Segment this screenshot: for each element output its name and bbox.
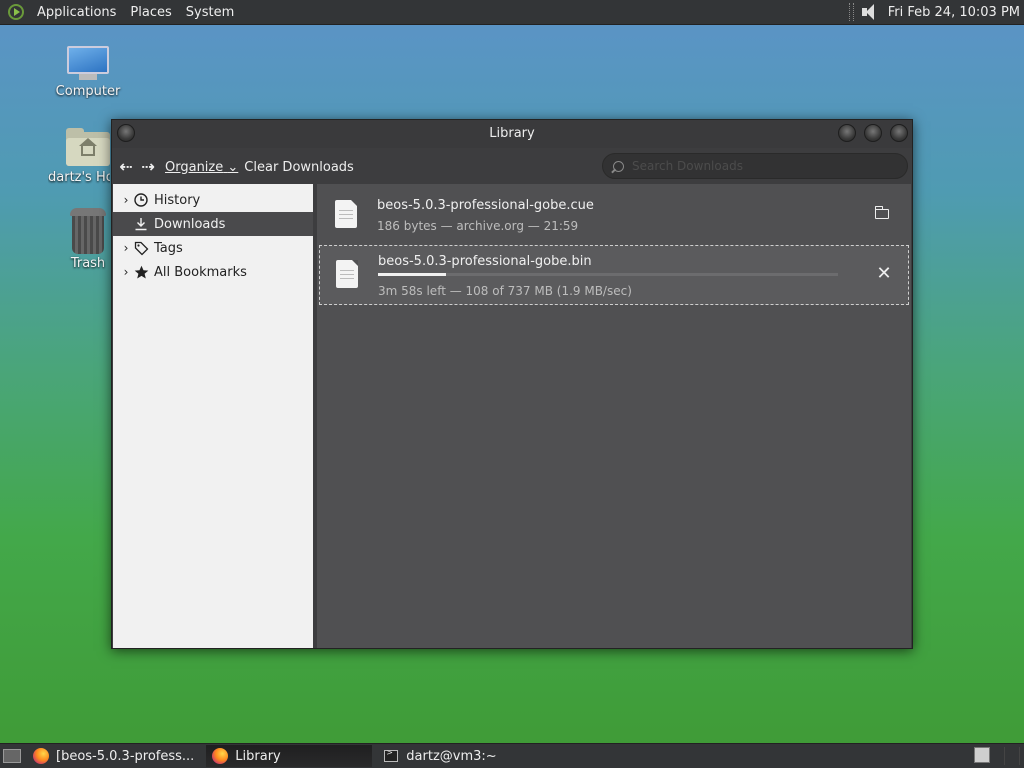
show-desktop-icon[interactable] bbox=[3, 749, 21, 763]
forward-arrow-icon[interactable]: ⇢ bbox=[137, 157, 159, 177]
sidebar-item-label: History bbox=[154, 192, 201, 208]
sidebar-item-label: Downloads bbox=[154, 216, 226, 232]
home-folder-icon bbox=[66, 128, 110, 166]
file-icon bbox=[336, 260, 358, 288]
download-icon bbox=[133, 216, 149, 232]
desktop-icon-computer[interactable]: Computer bbox=[48, 46, 128, 99]
places-menu[interactable]: Places bbox=[123, 5, 178, 20]
volume-icon[interactable] bbox=[860, 4, 880, 20]
workspace-1[interactable] bbox=[974, 747, 990, 763]
window-title: Library bbox=[489, 126, 535, 141]
taskbar-item-firefox[interactable]: [beos-5.0.3-profess... bbox=[27, 745, 200, 767]
chevron-right-icon[interactable]: › bbox=[119, 265, 133, 279]
system-menu[interactable]: System bbox=[179, 5, 241, 20]
close-button[interactable] bbox=[890, 124, 908, 142]
download-progress-bar bbox=[378, 273, 838, 276]
library-toolbar: ⇠ ⇢ Organize ⌄ Clear Downloads bbox=[112, 150, 912, 184]
maximize-button[interactable] bbox=[864, 124, 882, 142]
downloads-list: beos-5.0.3-professional-gobe.cue 186 byt… bbox=[317, 184, 911, 648]
download-filename: beos-5.0.3-professional-gobe.bin bbox=[378, 254, 592, 269]
taskbar-item-label: dartz@vm3:~ bbox=[406, 748, 497, 764]
sidebar-item-history[interactable]: › History bbox=[113, 188, 313, 212]
clock[interactable]: Fri Feb 24, 10:03 PM bbox=[888, 5, 1020, 20]
taskbar-item-label: [beos-5.0.3-profess... bbox=[56, 748, 195, 764]
chevron-down-icon: ⌄ bbox=[227, 159, 239, 175]
desktop-icon-label: Computer bbox=[55, 84, 121, 99]
search-box[interactable] bbox=[602, 153, 908, 179]
workspace-divider bbox=[1019, 747, 1020, 765]
panel-separator bbox=[848, 3, 854, 21]
library-window: Library ⇠ ⇢ Organize ⌄ Clear Downloads ›… bbox=[111, 119, 913, 649]
clock-icon bbox=[133, 192, 149, 208]
sidebar-item-label: Tags bbox=[154, 240, 183, 256]
minimize-button[interactable] bbox=[838, 124, 856, 142]
sidebar-item-label: All Bookmarks bbox=[154, 264, 247, 280]
top-panel-tray: Fri Feb 24, 10:03 PM bbox=[848, 3, 1024, 21]
file-icon bbox=[335, 200, 357, 228]
desktop-icon-label: dartz's Ho bbox=[48, 170, 110, 185]
top-panel: Applications Places System Fri Feb 24, 1… bbox=[0, 0, 1024, 25]
library-sidebar: › History Downloads › Tags › All Bookmar… bbox=[113, 184, 313, 648]
organize-menu-button[interactable]: Organize ⌄ bbox=[165, 160, 238, 175]
computer-icon bbox=[65, 46, 111, 80]
download-status: 186 bytes — archive.org — 21:59 bbox=[377, 219, 579, 233]
window-menu-button[interactable] bbox=[117, 124, 135, 142]
folder-icon[interactable] bbox=[874, 206, 889, 219]
workspace-switcher bbox=[958, 747, 1020, 765]
workspace-divider bbox=[1004, 747, 1005, 765]
taskbar-item-label: Library bbox=[235, 748, 281, 764]
window-titlebar[interactable]: Library bbox=[112, 120, 912, 148]
chevron-right-icon[interactable]: › bbox=[119, 193, 133, 207]
taskbar-item-terminal[interactable]: dartz@vm3:~ bbox=[378, 745, 502, 767]
clear-downloads-button[interactable]: Clear Downloads bbox=[244, 160, 354, 175]
cancel-icon[interactable]: ✕ bbox=[874, 264, 894, 284]
download-progress-fill bbox=[378, 273, 446, 276]
search-icon bbox=[613, 160, 624, 172]
back-arrow-icon[interactable]: ⇠ bbox=[115, 157, 137, 177]
search-input[interactable] bbox=[630, 158, 894, 174]
firefox-icon bbox=[212, 748, 229, 764]
firefox-icon bbox=[33, 748, 49, 764]
download-status: 3m 58s left — 108 of 737 MB (1.9 MB/sec) bbox=[378, 284, 632, 298]
download-item-active[interactable]: beos-5.0.3-professional-gobe.bin 3m 58s … bbox=[319, 245, 909, 305]
terminal-icon bbox=[384, 748, 399, 762]
download-filename: beos-5.0.3-professional-gobe.cue bbox=[377, 198, 594, 213]
taskbar-item-library[interactable]: Library bbox=[206, 745, 373, 767]
applications-menu[interactable]: Applications bbox=[30, 5, 123, 20]
sidebar-item-all-bookmarks[interactable]: › All Bookmarks bbox=[113, 260, 313, 284]
star-icon bbox=[133, 264, 149, 280]
distro-logo-icon[interactable] bbox=[8, 4, 24, 20]
organize-label: Organize bbox=[165, 159, 224, 175]
download-item[interactable]: beos-5.0.3-professional-gobe.cue 186 byt… bbox=[319, 186, 909, 242]
sidebar-item-tags[interactable]: › Tags bbox=[113, 236, 313, 260]
trash-icon bbox=[68, 206, 108, 254]
sidebar-item-downloads[interactable]: Downloads bbox=[113, 212, 313, 236]
bottom-panel: [beos-5.0.3-profess... Library dartz@vm3… bbox=[0, 743, 1024, 768]
tag-icon bbox=[133, 240, 149, 256]
chevron-right-icon[interactable]: › bbox=[119, 241, 133, 255]
